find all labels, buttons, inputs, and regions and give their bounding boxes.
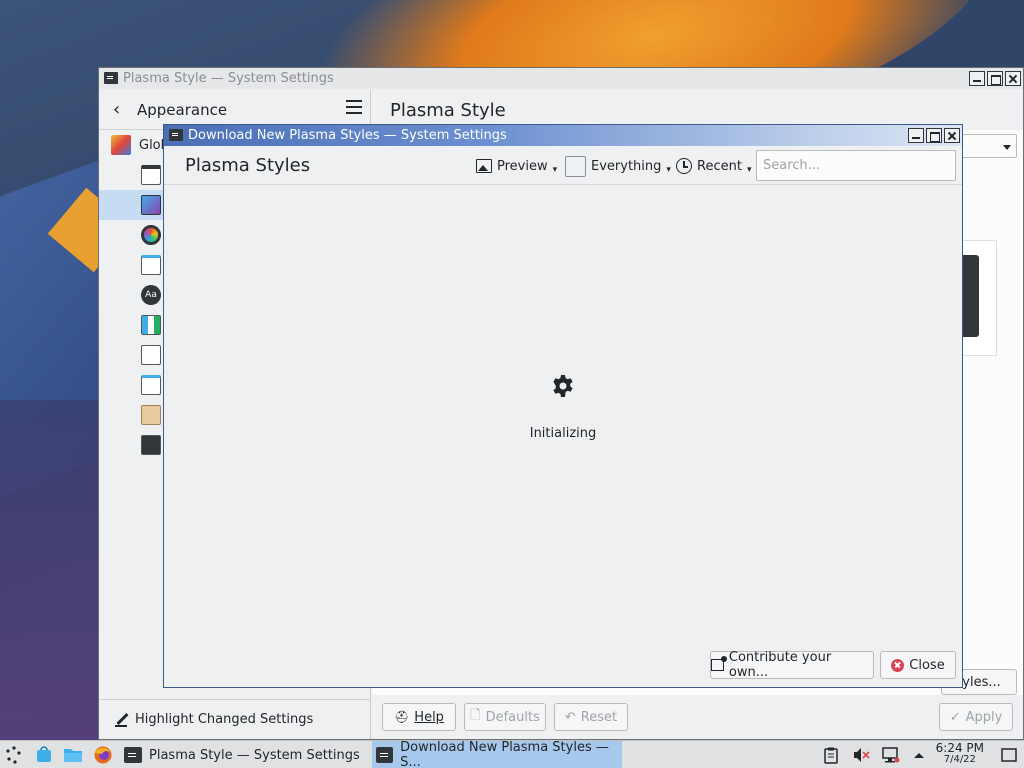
reset-button[interactable]: ↶ Reset <box>554 703 628 731</box>
close-button[interactable]: Close <box>880 651 956 679</box>
show-desktop-icon[interactable] <box>1000 746 1018 764</box>
window-decorations-icon <box>141 255 161 275</box>
download-dialog: Download New Plasma Styles — System Sett… <box>163 124 963 688</box>
contribute-button[interactable]: Contribute your own... <box>710 650 874 680</box>
volume-muted-icon[interactable] <box>852 746 870 764</box>
icons-icon <box>141 315 161 335</box>
application-style-icon <box>141 165 161 185</box>
network-icon[interactable] <box>882 746 900 764</box>
task-system-settings[interactable]: Plasma Style — System Settings <box>120 741 368 768</box>
contribute-icon <box>711 656 727 671</box>
system-settings-titlebar[interactable]: Plasma Style — System Settings <box>99 68 1023 89</box>
window-icon <box>169 129 183 141</box>
global-theme-icon <box>111 135 131 155</box>
caret-down-icon: ▾ <box>746 165 752 175</box>
close-window-button[interactable] <box>944 128 960 143</box>
close-window-button[interactable] <box>1005 71 1021 86</box>
launch-feedback-icon <box>141 375 161 395</box>
checkmark-icon: ✓ <box>949 709 961 725</box>
caret-down-icon: ▾ <box>666 165 671 175</box>
filter-checkbox-icon <box>565 155 586 177</box>
plasma-style-icon <box>141 195 161 215</box>
window-icon <box>376 747 394 763</box>
help-button[interactable]: ⛑ Help <box>382 703 456 731</box>
settings-footer: ⛑ Help 🗋 Defaults ↶ Reset ✓ Apply <box>372 695 1023 739</box>
dialog-heading: Plasma Styles <box>185 155 311 176</box>
status-text: Initializing <box>529 426 597 441</box>
window-icon <box>124 747 142 763</box>
file-manager-icon[interactable] <box>63 745 83 765</box>
recent-sort-button[interactable]: Recent ▾ <box>676 154 751 178</box>
minimize-button[interactable] <box>908 128 924 143</box>
dialog-title: Download New Plasma Styles — System Sett… <box>188 128 507 143</box>
dialog-toolbar: Plasma Styles Preview ▾ Everything ▾ Rec… <box>164 147 962 185</box>
dialog-titlebar[interactable]: Download New Plasma Styles — System Sett… <box>164 125 962 146</box>
defaults-button[interactable]: 🗋 Defaults <box>464 703 546 731</box>
pencil-icon <box>115 713 129 727</box>
search-input[interactable] <box>756 150 956 181</box>
preview-view-button[interactable]: Preview ▾ <box>476 154 557 178</box>
theme-preview-card[interactable] <box>963 240 997 356</box>
highlight-changed-label: Highlight Changed Settings <box>135 712 314 727</box>
help-icon: ⛑ <box>394 710 410 724</box>
window-icon <box>104 72 118 84</box>
discover-icon[interactable] <box>34 745 54 765</box>
highlight-changed-settings-button[interactable]: Highlight Changed Settings <box>99 699 370 739</box>
everything-filter-button[interactable]: Everything ▾ <box>565 154 671 178</box>
theme-filter-combo[interactable] <box>957 134 1017 158</box>
apply-button[interactable]: ✓ Apply <box>939 703 1013 731</box>
cursors-icon <box>141 345 161 365</box>
firefox-icon[interactable] <box>93 745 113 765</box>
fonts-icon: Aa <box>141 285 161 305</box>
taskbar: Plasma Style — System Settings Download … <box>0 740 1024 768</box>
get-new-styles-label: tyles... <box>957 674 1001 690</box>
login-screen-icon <box>141 435 161 455</box>
window-title: Plasma Style — System Settings <box>123 71 334 86</box>
image-icon <box>476 159 492 173</box>
clock-date: 7/4/22 <box>943 754 976 765</box>
hamburger-menu-icon[interactable] <box>346 100 362 114</box>
maximize-button[interactable] <box>987 71 1003 86</box>
maximize-button[interactable] <box>926 128 942 143</box>
caret-down-icon: ▾ <box>552 165 558 175</box>
splash-screen-icon <box>141 405 161 425</box>
digital-clock[interactable]: 6:24 PM 7/4/22 <box>936 742 984 766</box>
document-icon: 🗋 <box>470 708 481 723</box>
clock-icon <box>676 158 692 174</box>
dialog-content: Initializing <box>164 186 962 647</box>
show-hidden-icons-arrow-icon[interactable] <box>910 746 928 764</box>
clipboard-icon[interactable] <box>822 746 840 764</box>
gear-icon <box>553 375 573 397</box>
close-icon <box>891 658 905 672</box>
minimize-button[interactable] <box>969 71 985 86</box>
back-arrow-icon[interactable]: ‹ <box>113 99 131 120</box>
undo-icon: ↶ <box>564 709 576 725</box>
clock-time: 6:24 PM <box>935 741 984 755</box>
sidebar-title: Appearance <box>137 100 228 119</box>
application-launcher-icon[interactable] <box>4 745 24 765</box>
task-download-dialog[interactable]: Download New Plasma Styles — S... <box>372 740 622 768</box>
dialog-footer: Contribute your own... Close <box>164 647 962 687</box>
colors-icon <box>141 225 161 245</box>
